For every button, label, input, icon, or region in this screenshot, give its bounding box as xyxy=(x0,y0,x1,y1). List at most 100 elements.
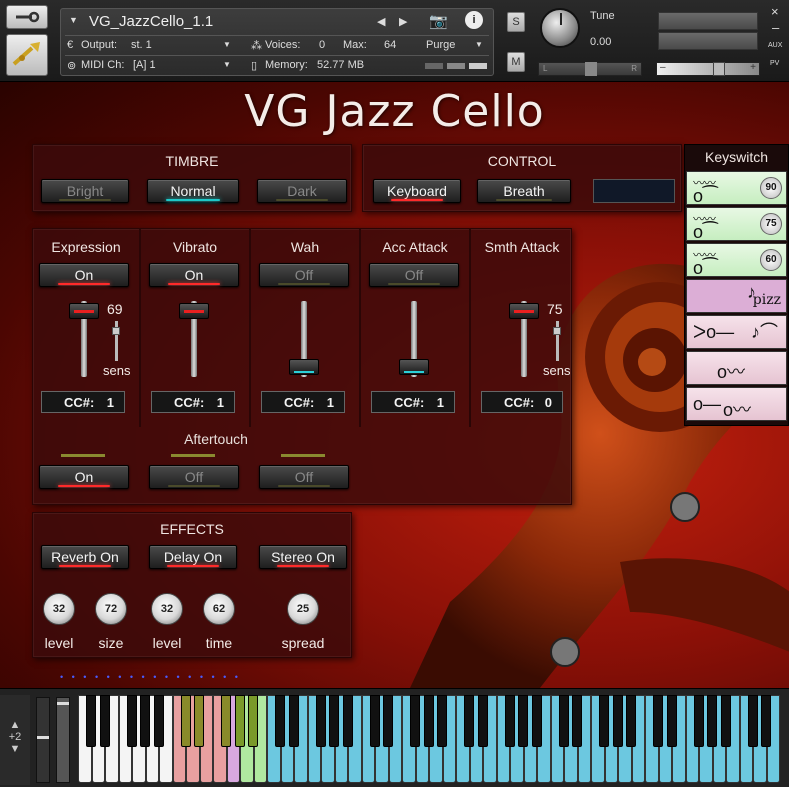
black-key[interactable] xyxy=(275,695,286,747)
black-key[interactable] xyxy=(288,695,299,747)
black-key[interactable] xyxy=(437,695,448,747)
trumpet-icon[interactable] xyxy=(6,34,48,76)
black-key[interactable] xyxy=(531,695,542,747)
black-key[interactable] xyxy=(423,695,434,747)
acc-attack-cc-box[interactable]: CC#: 1 xyxy=(371,391,455,413)
volume-slider[interactable]: – + xyxy=(656,62,760,76)
black-key[interactable] xyxy=(369,695,380,747)
vibrato-cc-box[interactable]: CC#: 1 xyxy=(151,391,235,413)
wah-toggle[interactable]: Off xyxy=(259,263,349,287)
wah-slider-handle[interactable] xyxy=(289,359,319,375)
expression-cc-box[interactable]: CC#: 1 xyxy=(41,391,125,413)
black-key[interactable] xyxy=(194,695,205,747)
black-key[interactable] xyxy=(234,695,245,747)
prev-arrow-icon[interactable]: ◀ xyxy=(377,15,385,28)
black-key[interactable] xyxy=(707,695,718,747)
black-key[interactable] xyxy=(720,695,731,747)
mod-wheel[interactable] xyxy=(36,697,50,783)
black-key[interactable] xyxy=(329,695,340,747)
keyswitch-legato-90[interactable]: 〰〰 o⁀ 90 xyxy=(686,171,787,206)
delay-toggle[interactable]: Delay On xyxy=(149,545,237,569)
breath-button[interactable]: Breath xyxy=(477,179,571,203)
aux-button[interactable]: AUX xyxy=(768,42,782,49)
stereo-spread-knob[interactable]: 25 xyxy=(287,593,319,625)
output-dropdown-icon[interactable]: ▼ xyxy=(223,40,231,49)
aftertouch-wah-toggle[interactable]: Off xyxy=(259,465,349,489)
black-key[interactable] xyxy=(342,695,353,747)
black-key[interactable] xyxy=(666,695,677,747)
black-key[interactable] xyxy=(693,695,704,747)
black-key[interactable] xyxy=(153,695,164,747)
black-key[interactable] xyxy=(504,695,515,747)
pitch-wheel[interactable] xyxy=(56,697,70,783)
wah-cc-box[interactable]: CC#: 1 xyxy=(261,391,345,413)
output-value[interactable]: st. 1 xyxy=(131,39,152,51)
black-key[interactable] xyxy=(518,695,529,747)
close-icon[interactable]: × xyxy=(771,4,779,19)
minimize-icon[interactable]: – xyxy=(772,20,779,35)
black-key[interactable] xyxy=(86,695,97,747)
octave-up-icon[interactable]: ▲ xyxy=(0,719,30,731)
smooth-attack-slider-handle[interactable] xyxy=(509,303,539,319)
black-key[interactable] xyxy=(248,695,259,747)
vibrato-slider-handle[interactable] xyxy=(179,303,209,319)
mute-button[interactable]: M xyxy=(507,52,525,72)
keyswitch-legato-60[interactable]: 〰〰 o⁀ 60 xyxy=(686,243,787,278)
instrument-name[interactable]: VG_JazzCello_1.1 xyxy=(89,13,213,30)
black-key[interactable] xyxy=(464,695,475,747)
max-voices-value[interactable]: 64 xyxy=(384,39,396,51)
black-key[interactable] xyxy=(599,695,610,747)
smooth-attack-sens-handle[interactable] xyxy=(553,327,561,335)
black-key[interactable] xyxy=(99,695,110,747)
black-key[interactable] xyxy=(612,695,623,747)
dark-button[interactable]: Dark xyxy=(257,179,347,203)
keyboard-button[interactable]: Keyboard xyxy=(373,179,461,203)
next-arrow-icon[interactable]: ▶ xyxy=(399,15,407,28)
purge-button[interactable]: Purge xyxy=(426,39,455,51)
solo-button[interactable]: S xyxy=(507,12,525,32)
black-key[interactable] xyxy=(558,695,569,747)
smooth-attack-cc-box[interactable]: CC#: 0 xyxy=(481,391,563,413)
black-key[interactable] xyxy=(383,695,394,747)
tune-knob[interactable] xyxy=(540,8,580,48)
bright-button[interactable]: Bright xyxy=(41,179,129,203)
midi-dropdown-icon[interactable]: ▼ xyxy=(223,60,231,69)
normal-button[interactable]: Normal xyxy=(147,179,239,203)
black-key[interactable] xyxy=(410,695,421,747)
info-icon[interactable]: i xyxy=(465,11,483,29)
black-key[interactable] xyxy=(653,695,664,747)
keyswitch-legato-75[interactable]: 〰〰 o⁀ 75 xyxy=(686,207,787,242)
black-key[interactable] xyxy=(221,695,232,747)
midi-channel-value[interactable]: [A] 1 xyxy=(133,59,156,71)
vibrato-toggle[interactable]: On xyxy=(149,263,239,287)
octave-down-icon[interactable]: ▼ xyxy=(0,743,30,755)
reverb-toggle[interactable]: Reverb On xyxy=(41,545,129,569)
black-key[interactable] xyxy=(747,695,758,747)
black-key[interactable] xyxy=(315,695,326,747)
delay-level-knob[interactable]: 32 xyxy=(151,593,183,625)
black-key[interactable] xyxy=(140,695,151,747)
purge-dropdown-icon[interactable]: ▼ xyxy=(475,40,483,49)
expression-toggle[interactable]: On xyxy=(39,263,129,287)
acc-attack-toggle[interactable]: Off xyxy=(369,263,459,287)
delay-time-knob[interactable]: 62 xyxy=(203,593,235,625)
black-key[interactable] xyxy=(477,695,488,747)
pv-button[interactable]: PV xyxy=(770,60,779,67)
black-key[interactable] xyxy=(761,695,772,747)
aftertouch-expression-toggle[interactable]: On xyxy=(39,465,129,489)
reverb-size-knob[interactable]: 72 xyxy=(95,593,127,625)
wrench-icon[interactable] xyxy=(6,5,48,29)
keyswitch-pizz[interactable]: ♪ pizz xyxy=(686,279,787,313)
pan-handle[interactable] xyxy=(585,62,597,76)
chevron-down-icon[interactable]: ▼ xyxy=(69,15,78,25)
pan-slider[interactable]: L R xyxy=(538,62,642,76)
keyswitch-trill[interactable]: o〰 xyxy=(686,351,787,385)
stereo-toggle[interactable]: Stereo On xyxy=(259,545,347,569)
reverb-level-knob[interactable]: 32 xyxy=(43,593,75,625)
expression-slider-handle[interactable] xyxy=(69,303,99,319)
camera-icon[interactable]: 📷 xyxy=(429,12,448,30)
aftertouch-vibrato-toggle[interactable]: Off xyxy=(149,465,239,489)
volume-handle[interactable] xyxy=(713,62,725,76)
black-key[interactable] xyxy=(126,695,137,747)
black-key[interactable] xyxy=(572,695,583,747)
